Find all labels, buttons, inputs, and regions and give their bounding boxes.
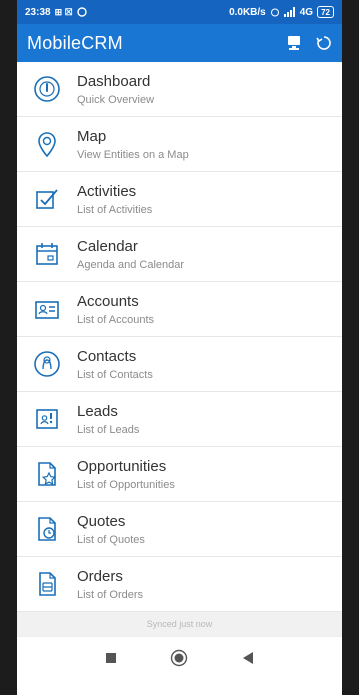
menu-label: Opportunities — [77, 457, 167, 475]
menu-sublabel: List of Accounts — [77, 313, 155, 326]
menu-item-activities[interactable]: Activities List of Activities — [17, 172, 342, 227]
net-speed: 0.0KB/s — [229, 6, 266, 18]
menu-sublabel: List of Contacts — [77, 368, 153, 381]
menu-label: Leads — [77, 402, 118, 420]
sync-icon[interactable] — [316, 35, 332, 51]
status-left-icons: ⊞ ☒ — [54, 6, 73, 17]
status-time: 23:38 — [25, 6, 51, 18]
menu-sublabel: List of Activities — [77, 203, 153, 216]
system-nav-bar — [17, 636, 342, 678]
menu-item-map[interactable]: Map View Entities on a Map — [17, 117, 342, 172]
signal-icon — [283, 7, 296, 17]
quotes-icon — [17, 514, 77, 544]
recents-button[interactable] — [96, 643, 126, 673]
network-type: 4G — [299, 6, 314, 18]
alarm-icon — [270, 7, 280, 17]
menu-sublabel: View Entities on a Map — [77, 148, 189, 161]
map-pin-icon — [17, 129, 77, 159]
home-button[interactable] — [164, 643, 194, 673]
whatsapp-icon — [77, 7, 87, 17]
device-icon[interactable] — [286, 35, 302, 51]
menu-item-dashboard[interactable]: Dashboard Quick Overview — [17, 62, 342, 117]
battery-icon: 72 — [317, 6, 334, 18]
menu-label: Orders — [77, 567, 123, 585]
menu-item-orders[interactable]: Orders List of Orders — [17, 557, 342, 612]
menu-item-opportunities[interactable]: Opportunities List of Opportunities — [17, 447, 342, 502]
sync-status: Synced just now — [17, 612, 342, 636]
menu-sublabel: List of Quotes — [77, 533, 145, 546]
main-menu: Dashboard Quick Overview Map View Entiti… — [17, 62, 342, 612]
menu-sublabel: List of Orders — [77, 588, 144, 601]
battery-level: 72 — [321, 7, 330, 17]
menu-sublabel: List of Opportunities — [77, 478, 175, 491]
menu-sublabel: Quick Overview — [77, 93, 155, 106]
back-button[interactable] — [233, 643, 263, 673]
activities-icon — [17, 184, 77, 214]
menu-item-leads[interactable]: Leads List of Leads — [17, 392, 342, 447]
menu-label: Quotes — [77, 512, 126, 530]
calendar-icon — [17, 239, 77, 269]
menu-item-calendar[interactable]: Calendar Agenda and Calendar — [17, 227, 342, 282]
menu-sublabel: Agenda and Calendar — [77, 258, 185, 271]
app-frame: 23:38 ⊞ ☒ 0.0KB/s 4G 72 MobileCRM Dashbo… — [17, 0, 342, 695]
menu-item-accounts[interactable]: Accounts List of Accounts — [17, 282, 342, 337]
menu-label: Activities — [77, 182, 137, 200]
menu-label: Contacts — [77, 347, 137, 365]
menu-label: Calendar — [77, 237, 138, 255]
accounts-icon — [17, 294, 77, 324]
dashboard-icon — [17, 74, 77, 104]
orders-icon — [17, 569, 77, 599]
menu-label: Map — [77, 127, 107, 145]
menu-label: Accounts — [77, 292, 139, 310]
menu-item-contacts[interactable]: Contacts List of Contacts — [17, 337, 342, 392]
menu-sublabel: List of Leads — [77, 423, 140, 436]
app-bar: MobileCRM — [17, 24, 342, 62]
opportunities-icon — [17, 459, 77, 489]
menu-item-quotes[interactable]: Quotes List of Quotes — [17, 502, 342, 557]
menu-label: Dashboard — [77, 72, 151, 90]
app-title: MobileCRM — [27, 32, 123, 53]
leads-icon — [17, 404, 77, 434]
contacts-icon — [17, 349, 77, 379]
status-bar: 23:38 ⊞ ☒ 0.0KB/s 4G 72 — [17, 0, 342, 24]
